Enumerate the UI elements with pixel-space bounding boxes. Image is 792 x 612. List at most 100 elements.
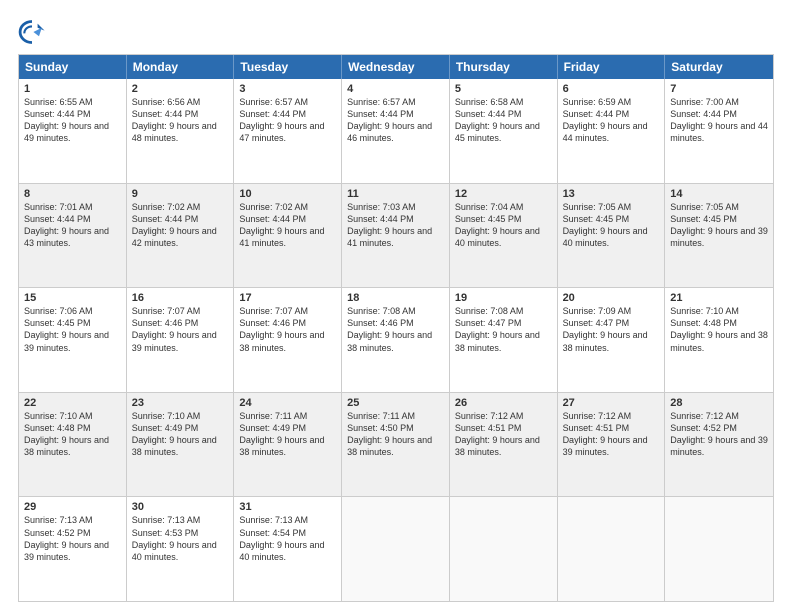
cell-info: Sunrise: 7:04 AM Sunset: 4:45 PM Dayligh… — [455, 201, 552, 250]
cell-info: Sunrise: 6:57 AM Sunset: 4:44 PM Dayligh… — [347, 96, 444, 145]
day-cell-27: 27 Sunrise: 7:12 AM Sunset: 4:51 PM Dayl… — [558, 393, 666, 497]
calendar-body: 1 Sunrise: 6:55 AM Sunset: 4:44 PM Dayli… — [19, 79, 773, 601]
empty-cell — [342, 497, 450, 601]
empty-cell — [558, 497, 666, 601]
day-cell-8: 8 Sunrise: 7:01 AM Sunset: 4:44 PM Dayli… — [19, 184, 127, 288]
cell-info: Sunrise: 6:55 AM Sunset: 4:44 PM Dayligh… — [24, 96, 121, 145]
cell-info: Sunrise: 6:59 AM Sunset: 4:44 PM Dayligh… — [563, 96, 660, 145]
calendar-row-5: 29 Sunrise: 7:13 AM Sunset: 4:52 PM Dayl… — [19, 497, 773, 601]
day-cell-19: 19 Sunrise: 7:08 AM Sunset: 4:47 PM Dayl… — [450, 288, 558, 392]
day-cell-2: 2 Sunrise: 6:56 AM Sunset: 4:44 PM Dayli… — [127, 79, 235, 183]
cell-info: Sunrise: 6:56 AM Sunset: 4:44 PM Dayligh… — [132, 96, 229, 145]
day-number: 30 — [132, 501, 229, 513]
day-cell-6: 6 Sunrise: 6:59 AM Sunset: 4:44 PM Dayli… — [558, 79, 666, 183]
header-day-monday: Monday — [127, 55, 235, 79]
day-cell-4: 4 Sunrise: 6:57 AM Sunset: 4:44 PM Dayli… — [342, 79, 450, 183]
day-number: 9 — [132, 188, 229, 200]
header-day-tuesday: Tuesday — [234, 55, 342, 79]
cell-info: Sunrise: 7:00 AM Sunset: 4:44 PM Dayligh… — [670, 96, 768, 145]
day-number: 21 — [670, 292, 768, 304]
day-cell-1: 1 Sunrise: 6:55 AM Sunset: 4:44 PM Dayli… — [19, 79, 127, 183]
cell-info: Sunrise: 7:11 AM Sunset: 4:49 PM Dayligh… — [239, 410, 336, 459]
header-day-sunday: Sunday — [19, 55, 127, 79]
day-cell-26: 26 Sunrise: 7:12 AM Sunset: 4:51 PM Dayl… — [450, 393, 558, 497]
cell-info: Sunrise: 7:02 AM Sunset: 4:44 PM Dayligh… — [239, 201, 336, 250]
day-number: 17 — [239, 292, 336, 304]
day-number: 6 — [563, 83, 660, 95]
day-number: 11 — [347, 188, 444, 200]
cell-info: Sunrise: 6:57 AM Sunset: 4:44 PM Dayligh… — [239, 96, 336, 145]
cell-info: Sunrise: 7:10 AM Sunset: 4:48 PM Dayligh… — [670, 305, 768, 354]
day-cell-11: 11 Sunrise: 7:03 AM Sunset: 4:44 PM Dayl… — [342, 184, 450, 288]
day-cell-22: 22 Sunrise: 7:10 AM Sunset: 4:48 PM Dayl… — [19, 393, 127, 497]
cell-info: Sunrise: 7:09 AM Sunset: 4:47 PM Dayligh… — [563, 305, 660, 354]
day-number: 24 — [239, 397, 336, 409]
calendar-row-2: 8 Sunrise: 7:01 AM Sunset: 4:44 PM Dayli… — [19, 184, 773, 289]
header-day-thursday: Thursday — [450, 55, 558, 79]
cell-info: Sunrise: 7:08 AM Sunset: 4:47 PM Dayligh… — [455, 305, 552, 354]
empty-cell — [665, 497, 773, 601]
day-number: 31 — [239, 501, 336, 513]
day-number: 2 — [132, 83, 229, 95]
day-cell-23: 23 Sunrise: 7:10 AM Sunset: 4:49 PM Dayl… — [127, 393, 235, 497]
cell-info: Sunrise: 7:05 AM Sunset: 4:45 PM Dayligh… — [563, 201, 660, 250]
day-cell-18: 18 Sunrise: 7:08 AM Sunset: 4:46 PM Dayl… — [342, 288, 450, 392]
cell-info: Sunrise: 7:13 AM Sunset: 4:53 PM Dayligh… — [132, 514, 229, 563]
calendar-header: SundayMondayTuesdayWednesdayThursdayFrid… — [19, 55, 773, 79]
day-cell-16: 16 Sunrise: 7:07 AM Sunset: 4:46 PM Dayl… — [127, 288, 235, 392]
day-cell-13: 13 Sunrise: 7:05 AM Sunset: 4:45 PM Dayl… — [558, 184, 666, 288]
day-cell-28: 28 Sunrise: 7:12 AM Sunset: 4:52 PM Dayl… — [665, 393, 773, 497]
page: SundayMondayTuesdayWednesdayThursdayFrid… — [0, 0, 792, 612]
day-number: 16 — [132, 292, 229, 304]
day-number: 3 — [239, 83, 336, 95]
day-number: 15 — [24, 292, 121, 304]
day-number: 26 — [455, 397, 552, 409]
cell-info: Sunrise: 7:12 AM Sunset: 4:51 PM Dayligh… — [455, 410, 552, 459]
cell-info: Sunrise: 7:07 AM Sunset: 4:46 PM Dayligh… — [132, 305, 229, 354]
logo-icon — [18, 18, 46, 46]
day-cell-14: 14 Sunrise: 7:05 AM Sunset: 4:45 PM Dayl… — [665, 184, 773, 288]
cell-info: Sunrise: 7:07 AM Sunset: 4:46 PM Dayligh… — [239, 305, 336, 354]
cell-info: Sunrise: 6:58 AM Sunset: 4:44 PM Dayligh… — [455, 96, 552, 145]
day-number: 23 — [132, 397, 229, 409]
cell-info: Sunrise: 7:08 AM Sunset: 4:46 PM Dayligh… — [347, 305, 444, 354]
cell-info: Sunrise: 7:13 AM Sunset: 4:54 PM Dayligh… — [239, 514, 336, 563]
day-number: 12 — [455, 188, 552, 200]
day-number: 10 — [239, 188, 336, 200]
day-cell-30: 30 Sunrise: 7:13 AM Sunset: 4:53 PM Dayl… — [127, 497, 235, 601]
header-day-friday: Friday — [558, 55, 666, 79]
day-cell-10: 10 Sunrise: 7:02 AM Sunset: 4:44 PM Dayl… — [234, 184, 342, 288]
day-cell-29: 29 Sunrise: 7:13 AM Sunset: 4:52 PM Dayl… — [19, 497, 127, 601]
day-number: 4 — [347, 83, 444, 95]
day-number: 22 — [24, 397, 121, 409]
day-number: 29 — [24, 501, 121, 513]
cell-info: Sunrise: 7:13 AM Sunset: 4:52 PM Dayligh… — [24, 514, 121, 563]
cell-info: Sunrise: 7:01 AM Sunset: 4:44 PM Dayligh… — [24, 201, 121, 250]
day-number: 7 — [670, 83, 768, 95]
day-cell-25: 25 Sunrise: 7:11 AM Sunset: 4:50 PM Dayl… — [342, 393, 450, 497]
day-number: 13 — [563, 188, 660, 200]
day-cell-20: 20 Sunrise: 7:09 AM Sunset: 4:47 PM Dayl… — [558, 288, 666, 392]
header-day-saturday: Saturday — [665, 55, 773, 79]
day-cell-15: 15 Sunrise: 7:06 AM Sunset: 4:45 PM Dayl… — [19, 288, 127, 392]
day-cell-5: 5 Sunrise: 6:58 AM Sunset: 4:44 PM Dayli… — [450, 79, 558, 183]
header — [18, 18, 774, 46]
empty-cell — [450, 497, 558, 601]
day-cell-21: 21 Sunrise: 7:10 AM Sunset: 4:48 PM Dayl… — [665, 288, 773, 392]
day-number: 27 — [563, 397, 660, 409]
calendar-row-3: 15 Sunrise: 7:06 AM Sunset: 4:45 PM Dayl… — [19, 288, 773, 393]
day-number: 1 — [24, 83, 121, 95]
cell-info: Sunrise: 7:10 AM Sunset: 4:48 PM Dayligh… — [24, 410, 121, 459]
day-cell-24: 24 Sunrise: 7:11 AM Sunset: 4:49 PM Dayl… — [234, 393, 342, 497]
day-cell-3: 3 Sunrise: 6:57 AM Sunset: 4:44 PM Dayli… — [234, 79, 342, 183]
day-number: 18 — [347, 292, 444, 304]
day-cell-7: 7 Sunrise: 7:00 AM Sunset: 4:44 PM Dayli… — [665, 79, 773, 183]
cell-info: Sunrise: 7:02 AM Sunset: 4:44 PM Dayligh… — [132, 201, 229, 250]
cell-info: Sunrise: 7:11 AM Sunset: 4:50 PM Dayligh… — [347, 410, 444, 459]
cell-info: Sunrise: 7:12 AM Sunset: 4:51 PM Dayligh… — [563, 410, 660, 459]
cell-info: Sunrise: 7:12 AM Sunset: 4:52 PM Dayligh… — [670, 410, 768, 459]
day-number: 19 — [455, 292, 552, 304]
day-number: 28 — [670, 397, 768, 409]
day-cell-12: 12 Sunrise: 7:04 AM Sunset: 4:45 PM Dayl… — [450, 184, 558, 288]
logo — [18, 18, 50, 46]
